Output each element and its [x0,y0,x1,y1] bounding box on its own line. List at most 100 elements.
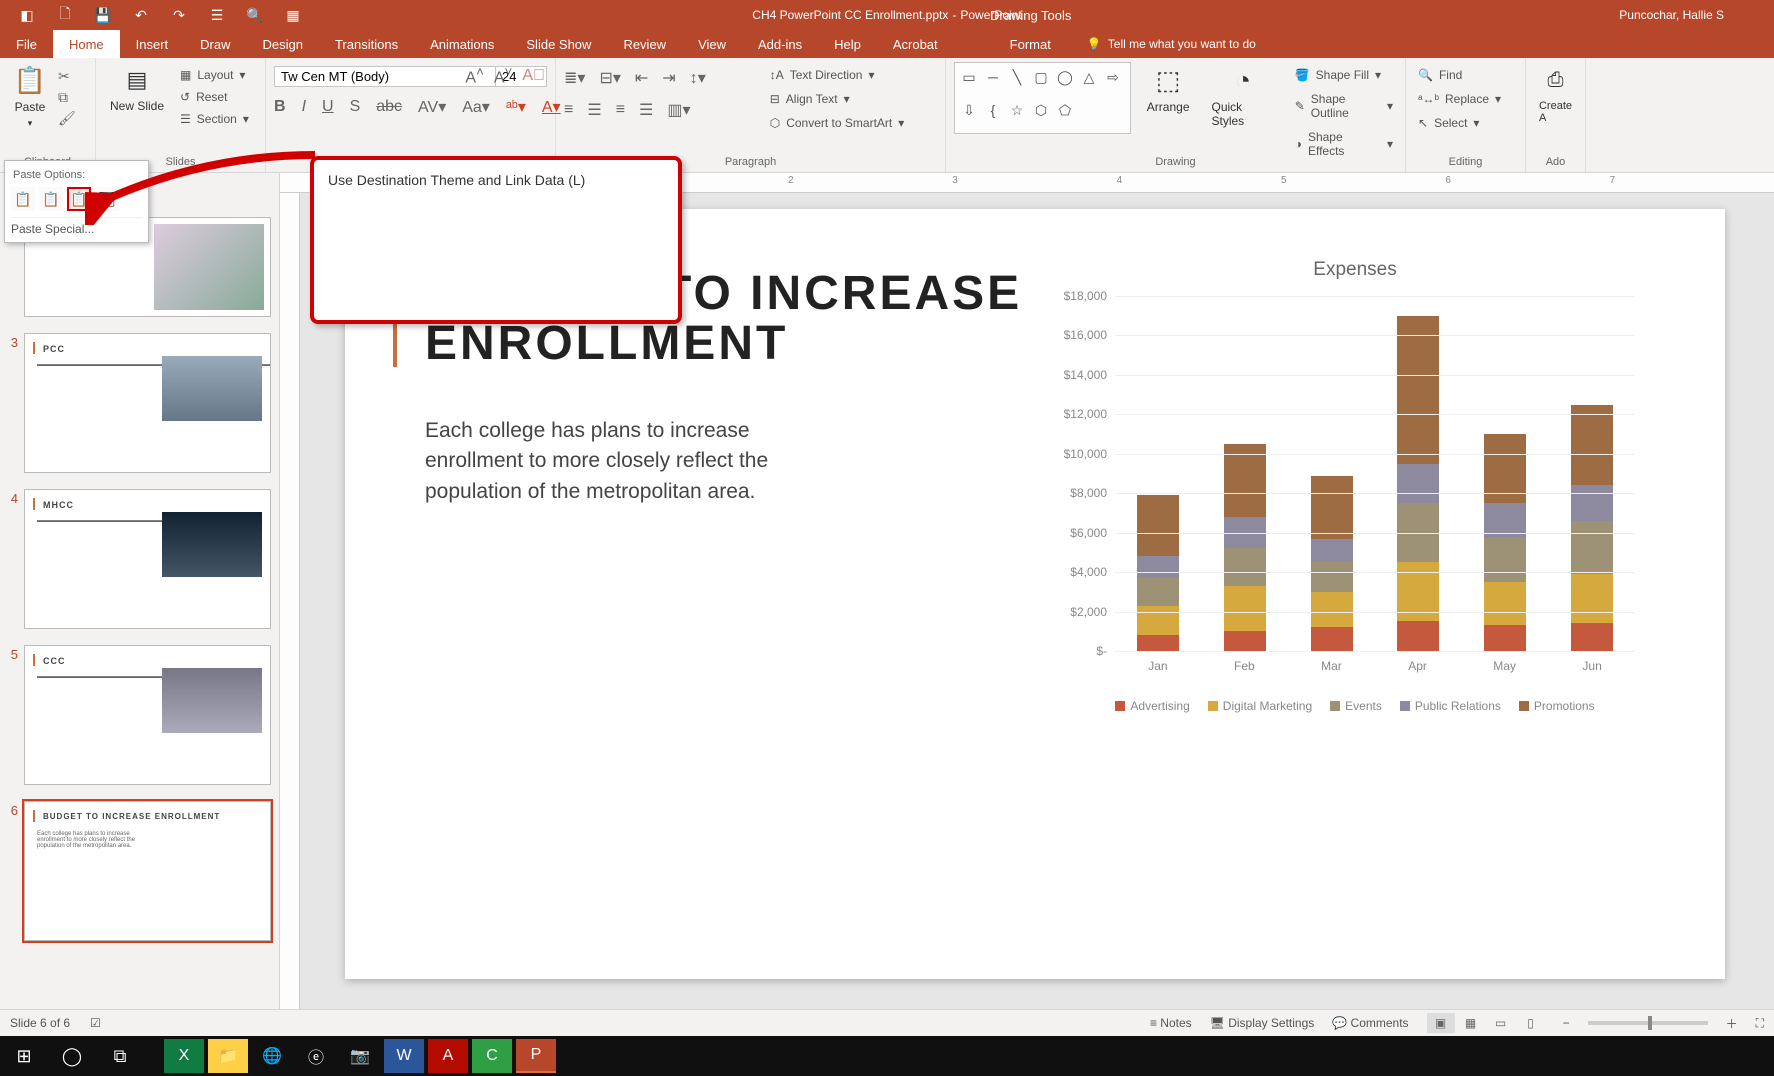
qat-save-icon[interactable]: 💾 [84,0,122,30]
taskbar-chrome[interactable]: 🌐 [252,1039,292,1073]
align-center-button[interactable]: ☰ [587,100,601,120]
taskbar-acrobat[interactable]: A [428,1039,468,1073]
numbering-button[interactable]: ⊟▾ [599,68,620,88]
slideshow-view-button[interactable]: ▯ [1517,1013,1545,1033]
user-name[interactable]: Puncochar, Hallie S [1619,8,1724,22]
zoom-in-button[interactable]: ＋ [1726,1015,1738,1032]
tab-animations[interactable]: Animations [414,30,510,58]
justify-button[interactable]: ☰ [639,100,653,120]
tab-file[interactable]: File [0,30,53,58]
slide-body-text[interactable]: Each college has plans to increase enrol… [425,416,845,507]
tab-format[interactable]: Format [994,30,1067,58]
tab-help[interactable]: Help [818,30,877,58]
line-spacing-button[interactable]: ↕▾ [690,68,706,88]
comments-button[interactable]: 💬 Comments [1332,1016,1408,1030]
thumbnail-row[interactable]: 3 PCC ▬▬▬▬▬▬▬▬▬▬▬▬▬▬▬▬▬▬▬▬▬▬▬▬▬▬▬▬▬▬▬▬▬▬… [4,333,271,473]
char-spacing-button[interactable]: AV▾ [418,97,446,117]
tab-draw[interactable]: Draw [184,30,246,58]
zoom-slider[interactable] [1588,1021,1708,1025]
bold-button[interactable]: B [274,98,286,116]
taskbar-ie[interactable]: ⓔ [296,1039,336,1073]
shape-rect-icon[interactable]: ▭ [959,67,979,87]
section-button[interactable]: ☰Section ▾ [176,110,253,128]
taskbar-camera[interactable]: 📷 [340,1039,380,1073]
paste-option-theme-icon[interactable]: 📋 [11,187,35,211]
strike-button[interactable]: abc [376,98,402,116]
italic-button[interactable]: I [302,98,306,116]
text-direction-button[interactable]: ↕AText Direction ▾ [766,66,909,84]
notes-button[interactable]: ≡ Notes [1150,1016,1192,1030]
shape-line-icon[interactable]: ─ [983,67,1003,87]
slide-thumbnails-panel[interactable]: ▬▬▬▬▬▬▬▬▬▬▬▬ 3 PCC ▬▬▬▬▬▬▬▬▬▬▬▬▬▬▬▬▬▬▬▬▬… [0,173,280,1009]
qat-autosave-icon[interactable]: ◧ [8,0,46,30]
shape-brace-icon[interactable]: { [983,100,1003,120]
shape-star-icon[interactable]: ☆ [1007,100,1027,120]
taskbar-file-explorer[interactable]: 📁 [208,1039,248,1073]
change-case-button[interactable]: Aa▾ [462,97,490,117]
start-button[interactable]: ⊞ [0,1036,48,1076]
tab-addins[interactable]: Add-ins [742,30,818,58]
qat-new-icon[interactable]: 🗋 [46,0,84,30]
taskbar-word[interactable]: W [384,1039,424,1073]
format-painter-icon[interactable]: 🖌 [58,110,76,127]
new-slide-button[interactable]: ▤ New Slide [104,62,170,115]
replace-button[interactable]: ᵃ↔ᵇReplace ▾ [1414,90,1517,108]
slide-canvas[interactable]: BUDGET TO INCREASE ENROLLMENT Each colle… [345,209,1725,979]
qat-redo-icon[interactable]: ↷ [160,0,198,30]
qat-preview-icon[interactable]: 🔍 [236,0,274,30]
tab-insert[interactable]: Insert [120,30,185,58]
shape-callout-icon[interactable]: ⬠ [1055,100,1075,120]
paste-option-link-data-icon[interactable]: 📋 [67,187,91,211]
tab-acrobat[interactable]: Acrobat [877,30,954,58]
taskbar-powerpoint[interactable]: P [516,1039,556,1073]
paste-option-keep-source-icon[interactable]: 📋 [39,187,63,211]
sorter-view-button[interactable]: ▦ [1457,1013,1485,1033]
arrange-button[interactable]: ⬚Arrange [1141,62,1196,116]
fit-to-window-button[interactable]: ⛶ [1756,1016,1764,1031]
qat-undo-icon[interactable]: ↶ [122,0,160,30]
paste-button[interactable]: 📋 Paste ▾ [8,62,52,131]
shape-tri-icon[interactable]: △ [1079,67,1099,87]
cut-icon[interactable]: ✂ [58,68,76,85]
slide-thumb[interactable]: MHCC ▬▬▬▬▬▬▬▬▬▬▬▬▬▬▬▬▬▬▬▬▬▬▬▬▬▬▬▬▬▬▬▬▬▬▬ [24,489,271,629]
shapes-gallery[interactable]: ▭ ─ ╲ ▢ ◯ △ ⇨ ⇩ { ☆ ⬡ ⬠ [954,62,1131,134]
reset-button[interactable]: ↺Reset [176,88,253,106]
highlight-button[interactable]: ᵃᵇ▾ [506,97,526,117]
shadow-button[interactable]: S [350,98,361,116]
columns-button[interactable]: ▥▾ [667,100,690,120]
thumbnail-row[interactable]: 5 CCC ▬▬▬▬▬▬▬▬▬▬▬▬▬▬▬▬▬▬▬▬▬▬▬▬▬▬▬▬▬ [4,645,271,785]
tab-view[interactable]: View [682,30,742,58]
qat-slideshow-icon[interactable]: ▦ [274,0,312,30]
qat-touch-icon[interactable]: ☰ [198,0,236,30]
taskbar-snagit[interactable]: C [472,1039,512,1073]
layout-button[interactable]: ▦Layout ▾ [176,66,253,84]
zoom-out-button[interactable]: − [1563,1016,1570,1030]
align-right-button[interactable]: ≡ [616,101,625,119]
shape-fill-button[interactable]: 🪣Shape Fill ▾ [1291,66,1397,84]
slide-thumb[interactable]: PCC ▬▬▬▬▬▬▬▬▬▬▬▬▬▬▬▬▬▬▬▬▬▬▬▬▬▬▬▬▬▬▬▬▬▬▬▬… [24,333,271,473]
thumbnail-row[interactable]: 4 MHCC ▬▬▬▬▬▬▬▬▬▬▬▬▬▬▬▬▬▬▬▬▬▬▬▬▬▬▬▬▬▬▬▬▬… [4,489,271,629]
slide-thumb-selected[interactable]: BUDGET TO INCREASE ENROLLMENT Each colle… [24,801,271,941]
thumbnail-row[interactable]: 6 BUDGET TO INCREASE ENROLLMENT Each col… [4,801,271,941]
taskbar-excel[interactable]: X [164,1039,204,1073]
bullets-button[interactable]: ≣▾ [564,68,585,88]
indent-inc-button[interactable]: ⇥ [662,68,675,88]
grow-font-button[interactable]: A˄ [465,64,483,87]
indent-dec-button[interactable]: ⇤ [635,68,648,88]
shape-oval-icon[interactable]: ◯ [1055,67,1075,87]
shape-arrow-icon[interactable]: ⇨ [1103,67,1123,87]
tab-transitions[interactable]: Transitions [319,30,414,58]
task-view-button[interactable]: ⧉ [96,1036,144,1076]
paste-special-button[interactable]: Paste Special... [11,217,142,236]
slide-thumb[interactable]: CCC ▬▬▬▬▬▬▬▬▬▬▬▬▬▬▬▬▬▬▬▬▬▬▬▬▬▬▬▬▬ [24,645,271,785]
copy-icon[interactable]: ⧉ [58,89,76,106]
normal-view-button[interactable]: ▣ [1427,1013,1455,1033]
select-button[interactable]: ↖Select ▾ [1414,114,1517,132]
underline-button[interactable]: U [322,98,334,116]
cortana-button[interactable]: ◯ [48,1036,96,1076]
quick-styles-button[interactable]: ◔Quick Styles [1206,62,1281,130]
tab-review[interactable]: Review [607,30,682,58]
shape-outline-button[interactable]: ✎Shape Outline ▾ [1291,90,1397,122]
display-settings-button[interactable]: 🖥 Display Settings [1210,1016,1315,1030]
tell-me-search[interactable]: 💡 Tell me what you want to do [1087,30,1256,58]
